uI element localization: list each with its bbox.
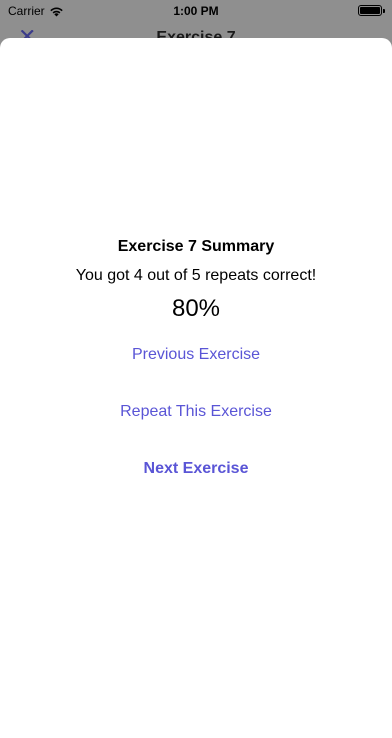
summary-sheet: Exercise 7 Summary You got 4 out of 5 re… — [0, 38, 392, 738]
repeat-exercise-button[interactable]: Repeat This Exercise — [96, 403, 296, 421]
result-text: You got 4 out of 5 repeats correct! — [75, 267, 317, 284]
summary-title: Exercise 7 Summary — [117, 238, 275, 255]
clock: 1:00 PM — [173, 4, 219, 18]
next-exercise-button[interactable]: Next Exercise — [96, 460, 296, 478]
score-percent: 80% — [171, 295, 221, 322]
previous-exercise-button[interactable]: Previous Exercise — [96, 346, 296, 364]
status-bar: Carrier 1:00 PM — [0, 0, 392, 22]
battery-icon — [358, 5, 385, 16]
